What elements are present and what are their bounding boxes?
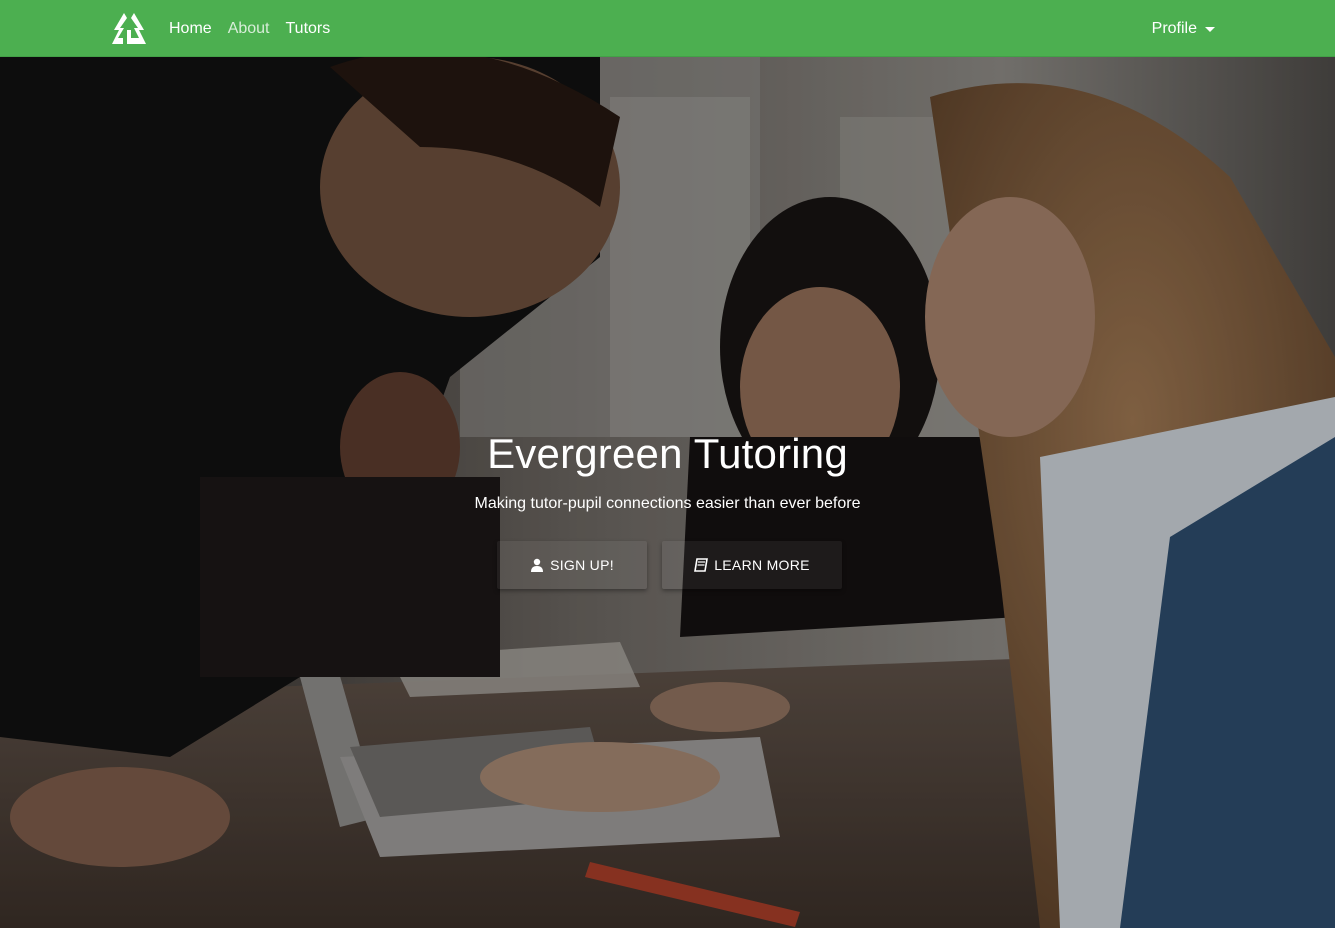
nav-tutors-link[interactable]: Tutors xyxy=(286,20,331,38)
nav-about-link[interactable]: About xyxy=(228,20,270,38)
nav-home-link[interactable]: Home xyxy=(169,20,212,38)
hero-subtitle: Making tutor-pupil connections easier th… xyxy=(474,495,861,512)
profile-dropdown[interactable]: Profile xyxy=(1152,0,1215,57)
hero-overlay xyxy=(0,57,1335,928)
book-icon xyxy=(694,558,709,572)
evergreen-logo-icon[interactable] xyxy=(110,10,148,48)
hero-section: Evergreen Tutoring Making tutor-pupil co… xyxy=(0,57,1335,928)
top-navbar: Home About Tutors Profile xyxy=(0,0,1335,57)
hero-title: Evergreen Tutoring xyxy=(487,430,848,477)
nav-links: Home About Tutors xyxy=(169,0,330,57)
learn-more-button[interactable]: LEARN MORE xyxy=(662,541,842,589)
learn-more-label: LEARN MORE xyxy=(714,557,810,573)
sign-up-label: SIGN UP! xyxy=(550,557,614,573)
user-icon xyxy=(531,558,544,572)
sign-up-button[interactable]: SIGN UP! xyxy=(497,541,647,589)
profile-label: Profile xyxy=(1151,19,1197,37)
caret-down-icon xyxy=(1205,27,1215,32)
